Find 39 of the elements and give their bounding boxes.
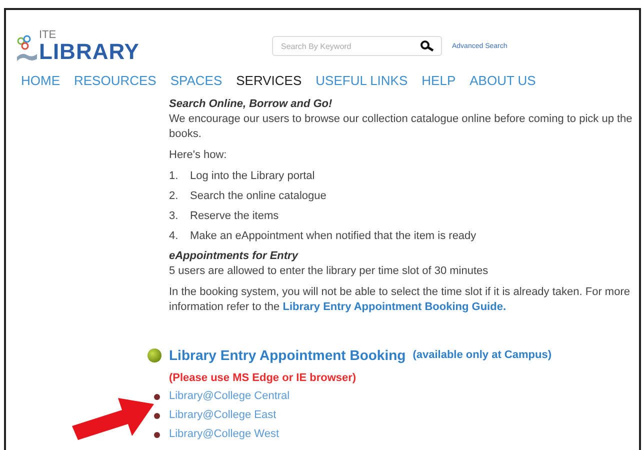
step-text: Search the online catalogue bbox=[190, 189, 326, 204]
nav-tab[interactable]: SPACES bbox=[170, 73, 222, 88]
nav-tab[interactable]: RESOURCES bbox=[74, 73, 156, 88]
section-heading: Search Online, Borrow and Go! bbox=[169, 97, 334, 112]
step-text: Make an eAppointment when notified that the item is ready bbox=[190, 229, 476, 244]
bullet-icon bbox=[154, 432, 160, 438]
step-text: Reserve the items bbox=[190, 209, 279, 224]
step-number: 4. bbox=[169, 229, 180, 244]
booking-note: (available only at Campus) bbox=[412, 348, 552, 363]
logo-text: LIBRARY bbox=[39, 40, 140, 62]
bullet-icon bbox=[154, 394, 160, 400]
section-heading: eAppointments for Entry bbox=[169, 249, 300, 264]
logo-icon bbox=[16, 34, 38, 62]
nav-tab[interactable]: ABOUT US bbox=[470, 73, 536, 88]
booking-paragraph: In the booking system, you will not be able to select the time slot if it is already taken. For more information refer to the Library Entry Appointment Booking Guide. bbox=[169, 285, 631, 315]
arrow-icon bbox=[72, 396, 154, 440]
search-field[interactable]: Search By Keyword bbox=[272, 36, 442, 56]
step-number: 2. bbox=[169, 189, 180, 204]
step-text: Log into the Library portal bbox=[190, 169, 315, 184]
how-label: Here's how: bbox=[169, 148, 228, 163]
search-icon[interactable] bbox=[420, 40, 434, 52]
entry-paragraph: 5 users are allowed to enter the library per time slot of 30 minutes bbox=[169, 264, 490, 279]
campus-link[interactable]: Library@College West bbox=[169, 427, 280, 442]
nav-tab[interactable]: HELP bbox=[422, 73, 456, 88]
browser-warning: (Please use MS Edge or IE browser) bbox=[169, 371, 358, 386]
step-number: 1. bbox=[169, 169, 180, 184]
campus-link[interactable]: Library@College East bbox=[169, 408, 276, 423]
bullet-icon bbox=[154, 412, 160, 418]
intro-paragraph: We encourage our users to browse our collection catalogue online before coming to pick up the books. bbox=[169, 112, 633, 142]
library-logo[interactable]: ITE LIBRARY bbox=[16, 30, 270, 62]
nav-tab[interactable]: USEFUL LINKS bbox=[316, 73, 408, 88]
nav-tab[interactable]: HOME bbox=[21, 73, 60, 88]
booking-title: Library Entry Appointment Booking bbox=[169, 348, 406, 363]
bullet-icon bbox=[147, 348, 162, 363]
campus-link[interactable]: Library@College Central bbox=[169, 389, 290, 404]
logo-small-text: ITE bbox=[39, 30, 58, 40]
nav-tab[interactable]: SERVICES bbox=[236, 73, 302, 88]
guide-link[interactable]: Library Entry Appointment Booking Guide. bbox=[282, 301, 506, 313]
step-number: 3. bbox=[169, 209, 180, 224]
